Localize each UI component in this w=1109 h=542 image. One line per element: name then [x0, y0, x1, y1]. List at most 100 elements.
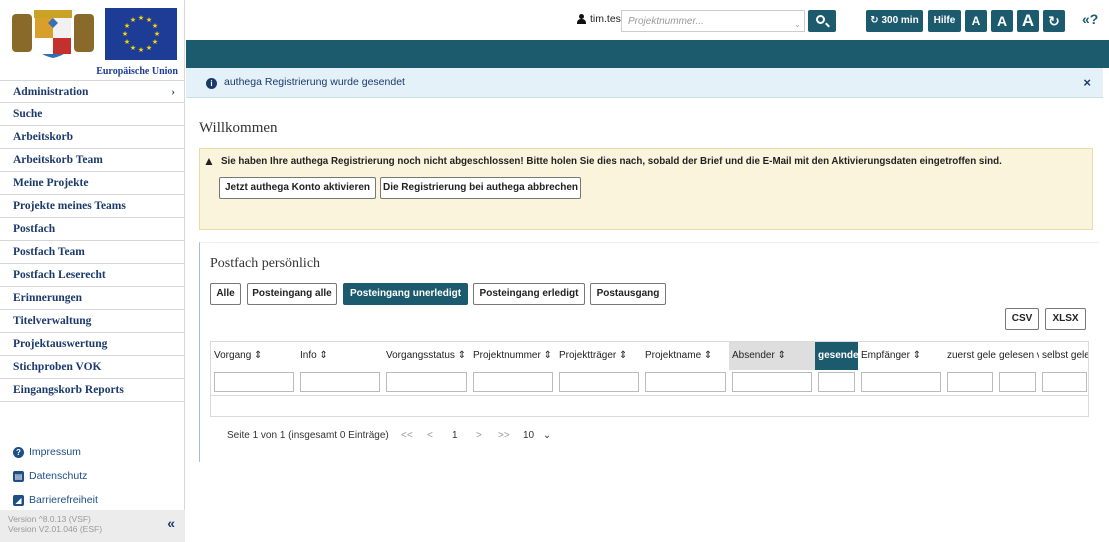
sidebar-item-postfach-leserecht[interactable]: Postfach Leserecht: [0, 264, 185, 287]
back-help-link[interactable]: «?: [1082, 11, 1098, 27]
impressum-link[interactable]: ? Impressum: [0, 440, 185, 464]
page-size-select[interactable]: 10 ⌄: [519, 426, 559, 446]
filter-posteingang-erledigt[interactable]: Posteingang erledigt: [473, 283, 585, 305]
sidebar-item-label: Postfach Team: [13, 246, 85, 258]
filter-input-projekttraeger[interactable]: [559, 372, 639, 392]
pager-current-page[interactable]: 1: [452, 430, 458, 441]
sidebar-item-label: Eingangskorb Reports: [13, 384, 124, 396]
column-header-zuerst-gelesen[interactable]: zuerst gele: [944, 342, 996, 370]
warning-text: Sie haben Ihre authega Registrierung noc…: [221, 156, 1002, 167]
column-header-empfaenger[interactable]: Empfänger ⇕: [858, 342, 944, 370]
sidebar-item-label: Postfach Leserecht: [13, 269, 106, 281]
project-number-input[interactable]: [621, 10, 805, 32]
filter-input-zuerst-gelesen[interactable]: [947, 372, 993, 392]
barrierefreiheit-label: Barrierefreiheit: [29, 494, 98, 506]
sidebar-item-suche[interactable]: Suche: [0, 103, 185, 126]
filter-input-empfaenger[interactable]: [861, 372, 941, 392]
filter-input-vorgang[interactable]: [214, 372, 294, 392]
pager-prev-button[interactable]: <: [427, 430, 433, 441]
column-header-vorgang[interactable]: Vorgang ⇕: [211, 342, 297, 370]
eu-flag-logo: ★ ★ ★ ★ ★ ★ ★ ★ ★ ★ ★ ★: [105, 8, 177, 60]
filter-postausgang[interactable]: Postausgang: [590, 283, 666, 305]
filter-posteingang-unerledigt[interactable]: Posteingang unerledigt: [343, 283, 468, 305]
column-header-absender[interactable]: Absender ⇕: [729, 342, 815, 370]
filter-input-vorgangsstatus[interactable]: [386, 372, 467, 392]
sidebar-item-label: Erinnerungen: [13, 292, 83, 304]
filter-input-gelesen-von[interactable]: [999, 372, 1036, 392]
info-notice: i authega Registrierung wurde gesendet ×: [186, 68, 1103, 98]
column-header-projektnummer[interactable]: Projektnummer ⇕: [470, 342, 556, 370]
filter-input-absender[interactable]: [732, 372, 812, 392]
filter-input-selbst-gelesen[interactable]: [1042, 372, 1087, 392]
warning-icon: ▲: [203, 154, 215, 168]
pager-first-button[interactable]: <<: [401, 430, 413, 441]
sidebar-item-erinnerungen[interactable]: Erinnerungen: [0, 287, 185, 310]
font-size-small-button[interactable]: A: [965, 10, 987, 32]
info-icon: i: [206, 78, 217, 89]
filter-input-info[interactable]: [300, 372, 380, 392]
top-bar: tim.test ⌄ ↻ 300 min Hilfe A A A ↻ «?: [186, 0, 1109, 40]
session-timer-button[interactable]: ↻ 300 min: [866, 10, 923, 32]
svg-text:★: ★: [122, 30, 128, 38]
column-header-selbst-gelesen[interactable]: selbst geles: [1039, 342, 1088, 370]
column-header-vorgangsstatus[interactable]: Vorgangsstatus ⇕: [383, 342, 470, 370]
sidebar-item-administration[interactable]: Administration ›: [0, 80, 185, 103]
column-header-gelesen-von[interactable]: gelesen v: [996, 342, 1039, 370]
reload-button[interactable]: ↻: [1043, 10, 1065, 32]
font-size-medium-button[interactable]: A: [991, 10, 1013, 32]
export-xlsx-button[interactable]: XLSX: [1045, 308, 1086, 330]
logo-area: ★ ★ ★ ★ ★ ★ ★ ★ ★ ★ ★ ★ Europäische Union: [0, 0, 185, 80]
filter-posteingang-alle[interactable]: Posteingang alle: [247, 283, 337, 305]
sidebar-item-projektauswertung[interactable]: Projektauswertung: [0, 333, 185, 356]
barrierefreiheit-link[interactable]: ◢ Barrierefreiheit: [0, 488, 185, 512]
sidebar-item-label: Suche: [13, 108, 43, 120]
filter-alle[interactable]: Alle: [210, 283, 241, 305]
user-menu[interactable]: tim.test: [577, 13, 624, 25]
chevron-down-icon: ⌄: [794, 20, 801, 29]
datenschutz-label: Datenschutz: [29, 470, 88, 482]
column-header-projektname[interactable]: Projektname ⇕: [642, 342, 729, 370]
sidebar-item-meine-projekte[interactable]: Meine Projekte: [0, 172, 185, 195]
column-header-projekttraeger[interactable]: Projektträger ⇕: [556, 342, 642, 370]
sidebar-item-label: Stichproben VOK: [13, 361, 102, 373]
mailbox-title: Postfach persönlich: [210, 256, 321, 271]
sidebar-item-label: Projektauswertung: [13, 338, 108, 350]
collapse-sidebar-button[interactable]: «: [167, 516, 175, 530]
search-button[interactable]: [808, 10, 836, 32]
question-circle-icon: ?: [13, 446, 24, 458]
sidebar-item-eingangskorb-reports[interactable]: Eingangskorb Reports: [0, 379, 185, 402]
sidebar-item-postfach-team[interactable]: Postfach Team: [0, 241, 185, 264]
svg-text:★: ★: [130, 44, 136, 52]
sidebar-item-label: Arbeitskorb: [13, 131, 74, 143]
chevron-right-icon: ›: [171, 86, 175, 98]
cancel-registration-button[interactable]: Die Registrierung bei authega abbrechen: [380, 177, 581, 199]
bavaria-coat-of-arms-logo: [8, 8, 98, 60]
version-line: Version V2.01.046 (ESF): [8, 524, 103, 534]
sidebar-item-arbeitskorb[interactable]: Arbeitskorb: [0, 126, 185, 149]
session-timer-label: 300 min: [881, 15, 919, 26]
username: tim.test: [590, 13, 624, 25]
pager-next-button[interactable]: >: [476, 430, 482, 441]
font-size-large-button[interactable]: A: [1017, 10, 1039, 32]
export-csv-button[interactable]: CSV: [1005, 308, 1039, 330]
sidebar-item-label: Postfach: [13, 223, 56, 235]
filter-input-gesendet[interactable]: [818, 372, 855, 392]
eu-caption: Europäische Union: [96, 66, 178, 77]
datenschutz-link[interactable]: ▤ Datenschutz: [0, 464, 185, 488]
filter-input-projektnummer[interactable]: [473, 372, 553, 392]
column-header-info[interactable]: Info ⇕: [297, 342, 383, 370]
close-icon[interactable]: ×: [1083, 75, 1091, 90]
sidebar-item-arbeitskorb-team[interactable]: Arbeitskorb Team: [0, 149, 185, 172]
sidebar-item-label: Projekte meines Teams: [13, 200, 126, 212]
sidebar-item-stichproben-vok[interactable]: Stichproben VOK: [0, 356, 185, 379]
sidebar-item-postfach[interactable]: Postfach: [0, 218, 185, 241]
sidebar-item-titelverwaltung[interactable]: Titelverwaltung: [0, 310, 185, 333]
pager-last-button[interactable]: >>: [498, 430, 510, 441]
help-button[interactable]: Hilfe: [928, 10, 961, 32]
user-icon: [577, 14, 586, 24]
sidebar-footer: ? Impressum ▤ Datenschutz ◢ Barrierefrei…: [0, 440, 185, 512]
sidebar-item-projekte-meines-teams[interactable]: Projekte meines Teams: [0, 195, 185, 218]
filter-input-projektname[interactable]: [645, 372, 726, 392]
activate-authega-button[interactable]: Jetzt authega Konto aktivieren: [219, 177, 376, 199]
column-header-gesendet[interactable]: gesendet: [815, 342, 858, 370]
